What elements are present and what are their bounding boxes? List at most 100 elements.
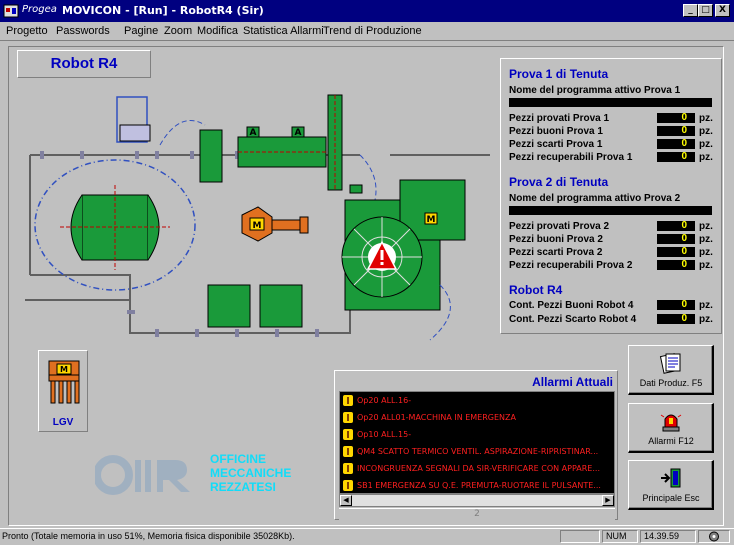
- minimize-button[interactable]: _: [683, 4, 698, 17]
- alarm-row[interactable]: INCONGRUENZA SEGNALI DA SIR-VERIFICARE C…: [340, 461, 614, 477]
- alarm-hscrollbar[interactable]: ◀ ▶: [339, 494, 615, 507]
- production-panel: Prova 1 di Tenuta Nome del programma att…: [500, 58, 722, 334]
- alarm-row[interactable]: Op10 ALL.15-: [340, 427, 614, 443]
- menu-trend-produzione[interactable]: Trend di Produzione: [323, 25, 422, 37]
- prova1-recuperabili-value: 0: [657, 152, 695, 162]
- alarm-text: SB1 EMERGENZA SU Q.E. PREMUTA-RUOTARE IL…: [357, 481, 601, 490]
- exit-door-icon: [661, 468, 681, 488]
- prova2-program-field: [509, 206, 712, 215]
- prova2-heading: Prova 2 di Tenuta: [509, 175, 609, 189]
- prova2-provati-value: 0: [657, 221, 695, 231]
- menu-modifica[interactable]: Modifica: [197, 25, 238, 37]
- brand-label: Progea: [22, 4, 57, 15]
- prova1-buoni-unit: pz.: [699, 126, 713, 137]
- maximize-button[interactable]: □: [698, 4, 713, 17]
- machine-a1-label: A: [250, 128, 257, 138]
- prova1-recuperabili-label: Pezzi recuperabili Prova 1: [509, 152, 633, 163]
- buffer-box-left[interactable]: [207, 284, 251, 328]
- menu-pagine[interactable]: Pagine: [124, 25, 158, 37]
- allarmi-label: Allarmi F12: [648, 436, 694, 446]
- alarm-bell-icon: [343, 463, 353, 474]
- alarm-bell-icon: [343, 395, 353, 406]
- menu-zoom[interactable]: Zoom: [164, 25, 192, 37]
- principale-label: Principale Esc: [642, 493, 700, 503]
- scroll-right-icon[interactable]: ▶: [602, 495, 614, 506]
- alarms-title: Allarmi Attuali: [532, 375, 613, 389]
- connection-icon: [709, 531, 719, 542]
- status-bar: Pronto (Totale memoria in uso 51%, Memor…: [0, 528, 734, 543]
- prova2-buoni-label: Pezzi buoni Prova 2: [509, 234, 603, 245]
- robot-scarto-unit: pz.: [699, 314, 713, 325]
- alarm-list[interactable]: Op20 ALL.16- Op20 ALL01-MACCHINA IN EMER…: [339, 391, 615, 494]
- prova2-provati-unit: pz.: [699, 221, 713, 232]
- alarm-bell-icon: [343, 412, 353, 423]
- prova2-scarti-label: Pezzi scarti Prova 2: [509, 247, 603, 258]
- prova1-buoni-label: Pezzi buoni Prova 1: [509, 126, 603, 137]
- prova2-buoni-unit: pz.: [699, 234, 713, 245]
- principale-button[interactable]: Principale Esc: [628, 460, 714, 510]
- buffer-box-right[interactable]: [259, 284, 303, 328]
- door-unit[interactable]: [199, 129, 223, 183]
- prova2-scarti-unit: pz.: [699, 247, 713, 258]
- prova1-provati-value: 0: [657, 113, 695, 123]
- alarm-row[interactable]: QM4 SCATTO TERMICO VENTIL. ASPIRAZIONE-R…: [340, 444, 614, 460]
- alarm-text: Op20 ALL01-MACCHINA IN EMERGENZA: [357, 413, 516, 422]
- prova1-provati-label: Pezzi provati Prova 1: [509, 113, 610, 124]
- menu-statistica-allarmi[interactable]: Statistica Allarmi: [243, 25, 324, 37]
- report-icon: [659, 353, 681, 374]
- robot-scarto-value: 0: [657, 314, 695, 324]
- dati-produzione-label: Dati Produz. F5: [639, 378, 703, 388]
- alarm-text: QM4 SCATTO TERMICO VENTIL. ASPIRAZIONE-R…: [357, 447, 599, 456]
- prova2-provati-label: Pezzi provati Prova 2: [509, 221, 610, 232]
- lgv-label: LGV: [52, 417, 74, 428]
- prova2-recuperabili-label: Pezzi recuperabili Prova 2: [509, 260, 633, 271]
- rotary-m-label: M: [427, 215, 436, 225]
- lgv-button[interactable]: M LGV: [38, 350, 88, 432]
- rotary-machine[interactable]: M: [341, 179, 466, 311]
- lgv-icon: M: [48, 360, 80, 404]
- prova1-recuperabili-unit: pz.: [699, 152, 713, 163]
- title-bar[interactable]: Progea MOVICON - [Run] - RobotR4 (Sir) _…: [0, 0, 734, 22]
- close-button[interactable]: X: [715, 4, 730, 17]
- allarmi-button[interactable]: Allarmi F12: [628, 403, 714, 453]
- omr-logo-mark: [93, 455, 190, 495]
- movicon-app-icon[interactable]: [3, 3, 19, 19]
- alarm-text: INCONGRUENZA SEGNALI DA SIR-VERIFICARE C…: [357, 464, 600, 473]
- alarm-row[interactable]: Op20 ALL.16-: [340, 393, 614, 409]
- alarms-panel: Allarmi Attuali Op20 ALL.16- Op20 ALL01-…: [334, 370, 618, 520]
- robot-buoni-unit: pz.: [699, 300, 713, 311]
- app-window: Progea MOVICON - [Run] - RobotR4 (Sir) _…: [0, 0, 734, 543]
- menu-progetto[interactable]: Progetto: [6, 25, 48, 37]
- num-lock-indicator: NUM: [602, 530, 638, 543]
- robot-arm[interactable]: M: [241, 206, 309, 242]
- scroll-left-icon[interactable]: ◀: [340, 495, 352, 506]
- robot-scarto-label: Cont. Pezzi Scarto Robot 4: [509, 314, 637, 325]
- prova2-buoni-value: 0: [657, 234, 695, 244]
- logo-line-3: REZZATESI: [210, 480, 276, 494]
- alarm-count: 2: [339, 508, 615, 520]
- status-text: Pronto (Totale memoria in uso 51%, Memor…: [2, 531, 295, 541]
- alarm-text: Op20 ALL.16-: [357, 396, 412, 405]
- alarm-siren-icon: [660, 414, 682, 432]
- status-indicator-cell: [698, 530, 730, 543]
- prova1-program-label: Nome del programma attivo Prova 1: [509, 85, 681, 96]
- alarm-text: Op10 ALL.15-: [357, 430, 412, 439]
- prova1-program-field: [509, 98, 712, 107]
- alarm-row[interactable]: Op20 ALL01-MACCHINA IN EMERGENZA: [340, 410, 614, 426]
- page-title: Robot R4: [17, 50, 151, 78]
- prova2-recuperabili-unit: pz.: [699, 260, 713, 271]
- robot-buoni-label: Cont. Pezzi Buoni Robot 4: [509, 300, 634, 311]
- logo-line-1: OFFICINE: [210, 452, 266, 466]
- alarm-row[interactable]: SB1 EMERGENZA SU Q.E. PREMUTA-RUOTARE IL…: [340, 478, 614, 493]
- menu-passwords[interactable]: Passwords: [56, 25, 110, 37]
- prova1-scarti-value: 0: [657, 139, 695, 149]
- window-title: MOVICON - [Run] - RobotR4 (Sir): [62, 4, 264, 17]
- dati-produzione-button[interactable]: Dati Produz. F5: [628, 345, 714, 395]
- prova1-provati-unit: pz.: [699, 113, 713, 124]
- lgv-m-label: M: [60, 365, 68, 374]
- alarm-bell-icon: [343, 429, 353, 440]
- prova2-recuperabili-value: 0: [657, 260, 695, 270]
- prova1-buoni-value: 0: [657, 126, 695, 136]
- robot-m-label: M: [253, 221, 262, 231]
- plant-layout: A A M M: [25, 94, 490, 341]
